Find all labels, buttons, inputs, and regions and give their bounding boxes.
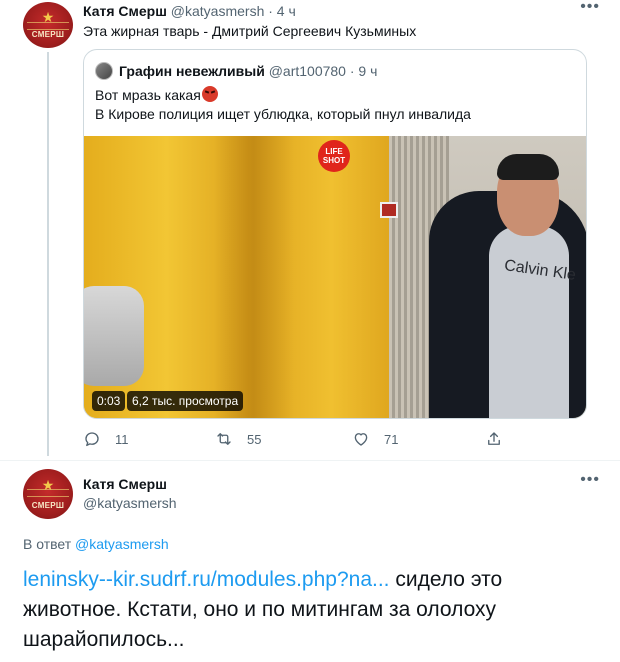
tweet-divider	[0, 460, 620, 461]
like-count: 71	[384, 431, 399, 447]
thread-connector-line	[47, 52, 49, 456]
author-handle[interactable]: @katyasmersh	[83, 494, 177, 512]
lifeshot-logo: LIFE SHOT	[318, 140, 350, 172]
avatar-label: СМЕРШ	[31, 501, 65, 510]
avatar-decoration	[27, 489, 69, 497]
quoted-tweet[interactable]: Графин невежливый @art100780 · 9 ч Вот м…	[83, 49, 587, 419]
quoted-tweet-time: · 9 ч	[349, 63, 378, 79]
reply-to-link[interactable]: @katyasmersh	[75, 536, 169, 552]
video-player[interactable]: Calvin Kle LIFE SHOT 0:03 6,2 тыс. просм…	[84, 136, 586, 418]
retweet-count: 55	[247, 431, 262, 447]
quoted-text-line2: В Кирове полиция ищет ублюдка, который п…	[95, 106, 471, 122]
share-icon	[488, 432, 500, 445]
avatar[interactable]: ★ СМЕРШ	[23, 2, 73, 48]
quoted-header: Графин невежливый @art100780 · 9 ч	[119, 62, 377, 80]
person-hair	[497, 154, 559, 180]
author-handle[interactable]: @katyasmersh	[171, 3, 265, 19]
angry-face-icon	[201, 86, 218, 102]
reply-icon	[85, 432, 99, 447]
retweet-icon	[217, 433, 231, 445]
avatar-label: СМЕРШ	[31, 30, 65, 39]
video-views: 6,2 тыс. просмотра	[127, 391, 244, 411]
author-name[interactable]: Катя Смерш	[83, 3, 167, 19]
video-frame-shadow	[214, 136, 294, 418]
quoted-avatar	[95, 62, 113, 80]
tweet-header: Катя Смерш @katyasmersh · 4 ч	[83, 2, 296, 20]
avatar[interactable]: ★ СМЕРШ	[23, 469, 73, 519]
person-shirt	[489, 226, 569, 418]
more-icon[interactable]: •••	[580, 0, 600, 16]
reply-button[interactable]: 11	[83, 429, 129, 449]
quoted-author-handle: @art100780	[268, 63, 346, 79]
video-frame-object	[84, 286, 144, 386]
tweet-text: leninsky--kir.sudrf.ru/modules.php?na...…	[23, 565, 593, 655]
logo-line1: LIFE	[325, 147, 343, 156]
quoted-text-line1: Вот мразь какая	[95, 86, 218, 104]
reply-prefix: В ответ	[23, 536, 72, 552]
avatar-decoration	[27, 22, 69, 30]
quoted-author-name: Графин невежливый	[119, 63, 265, 79]
video-duration: 0:03	[92, 391, 126, 411]
reply-context: В ответ @katyasmersh	[23, 535, 169, 553]
tweet-time[interactable]: · 4 ч	[268, 3, 296, 19]
tweet-link[interactable]: leninsky--kir.sudrf.ru/modules.php?na...	[23, 568, 390, 591]
author-name[interactable]: Катя Смерш	[83, 475, 167, 493]
more-icon[interactable]: •••	[580, 471, 600, 489]
fire-alarm	[380, 202, 398, 218]
like-button[interactable]: 71	[352, 429, 398, 449]
tweet-text: Эта жирная тварь - Дмитрий Сергеевич Куз…	[83, 23, 417, 39]
share-button[interactable]	[485, 429, 517, 449]
retweet-button[interactable]: 55	[215, 429, 261, 449]
reply-count: 11	[115, 431, 129, 447]
quoted-text: Вот мразь какая	[95, 87, 201, 103]
logo-line2: SHOT	[322, 156, 346, 165]
heart-icon	[354, 433, 368, 446]
